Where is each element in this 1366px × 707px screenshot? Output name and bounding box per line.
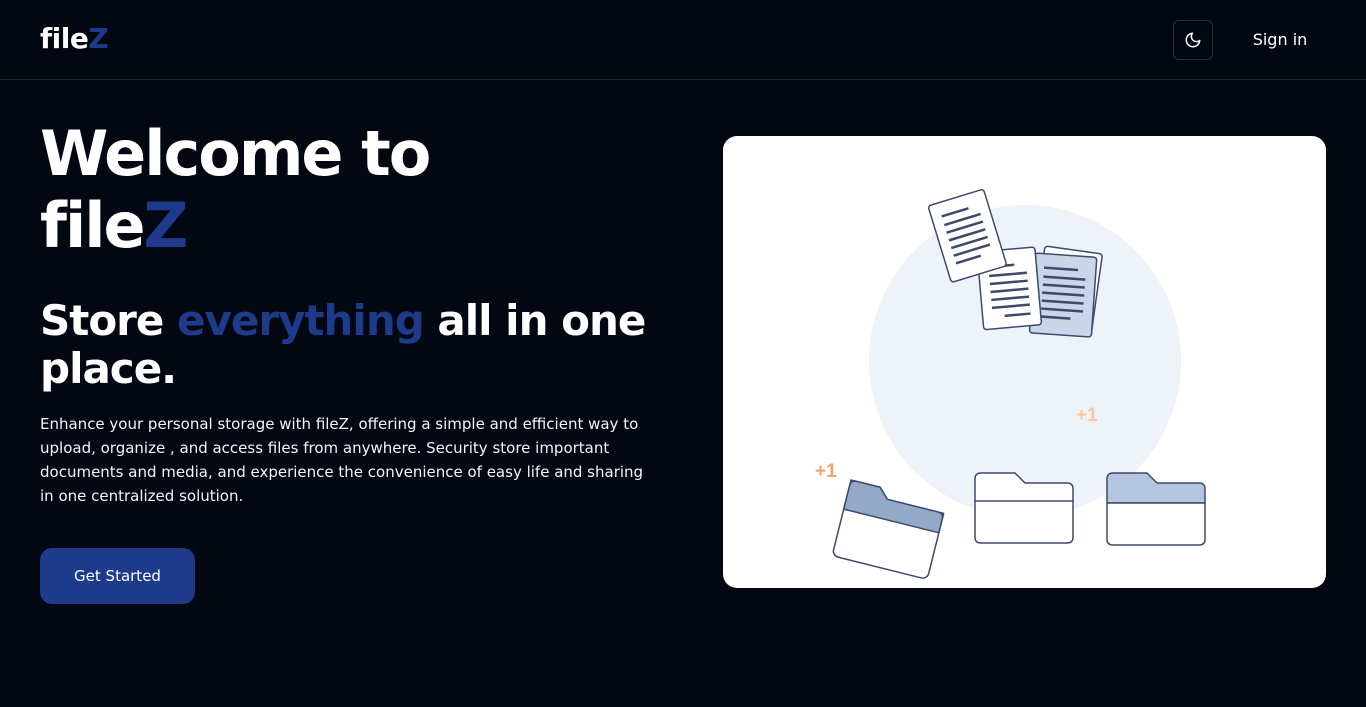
moon-icon (1185, 32, 1201, 48)
badge-left: +1 (815, 461, 837, 482)
badge-right: +1 (1076, 405, 1098, 426)
subtitle-part1: Store (40, 296, 178, 345)
navbar: fileZ Sign in (0, 0, 1366, 80)
logo-accent: Z (88, 22, 109, 55)
hero-subtitle: Store everything all in one place. (40, 297, 680, 393)
storage-illustration: +1 +1 (815, 189, 1206, 579)
sign-in-link[interactable]: Sign in (1238, 28, 1322, 52)
subtitle-highlight: everything (177, 296, 425, 345)
logo-main: file (40, 22, 89, 55)
hero-title-accent: Z (143, 189, 189, 262)
hero-title-main: file (40, 189, 146, 262)
folder-icon (832, 472, 1206, 579)
hero-title: Welcome to fileZ (40, 118, 680, 262)
get-started-button[interactable]: Get Started (40, 548, 195, 604)
illustration-card: +1 +1 (723, 136, 1326, 588)
logo[interactable]: fileZ (40, 22, 109, 55)
theme-toggle-button[interactable] (1173, 20, 1213, 60)
hero-description: Enhance your personal storage with fileZ… (40, 415, 644, 505)
hero-title-line1: Welcome to (40, 117, 431, 190)
